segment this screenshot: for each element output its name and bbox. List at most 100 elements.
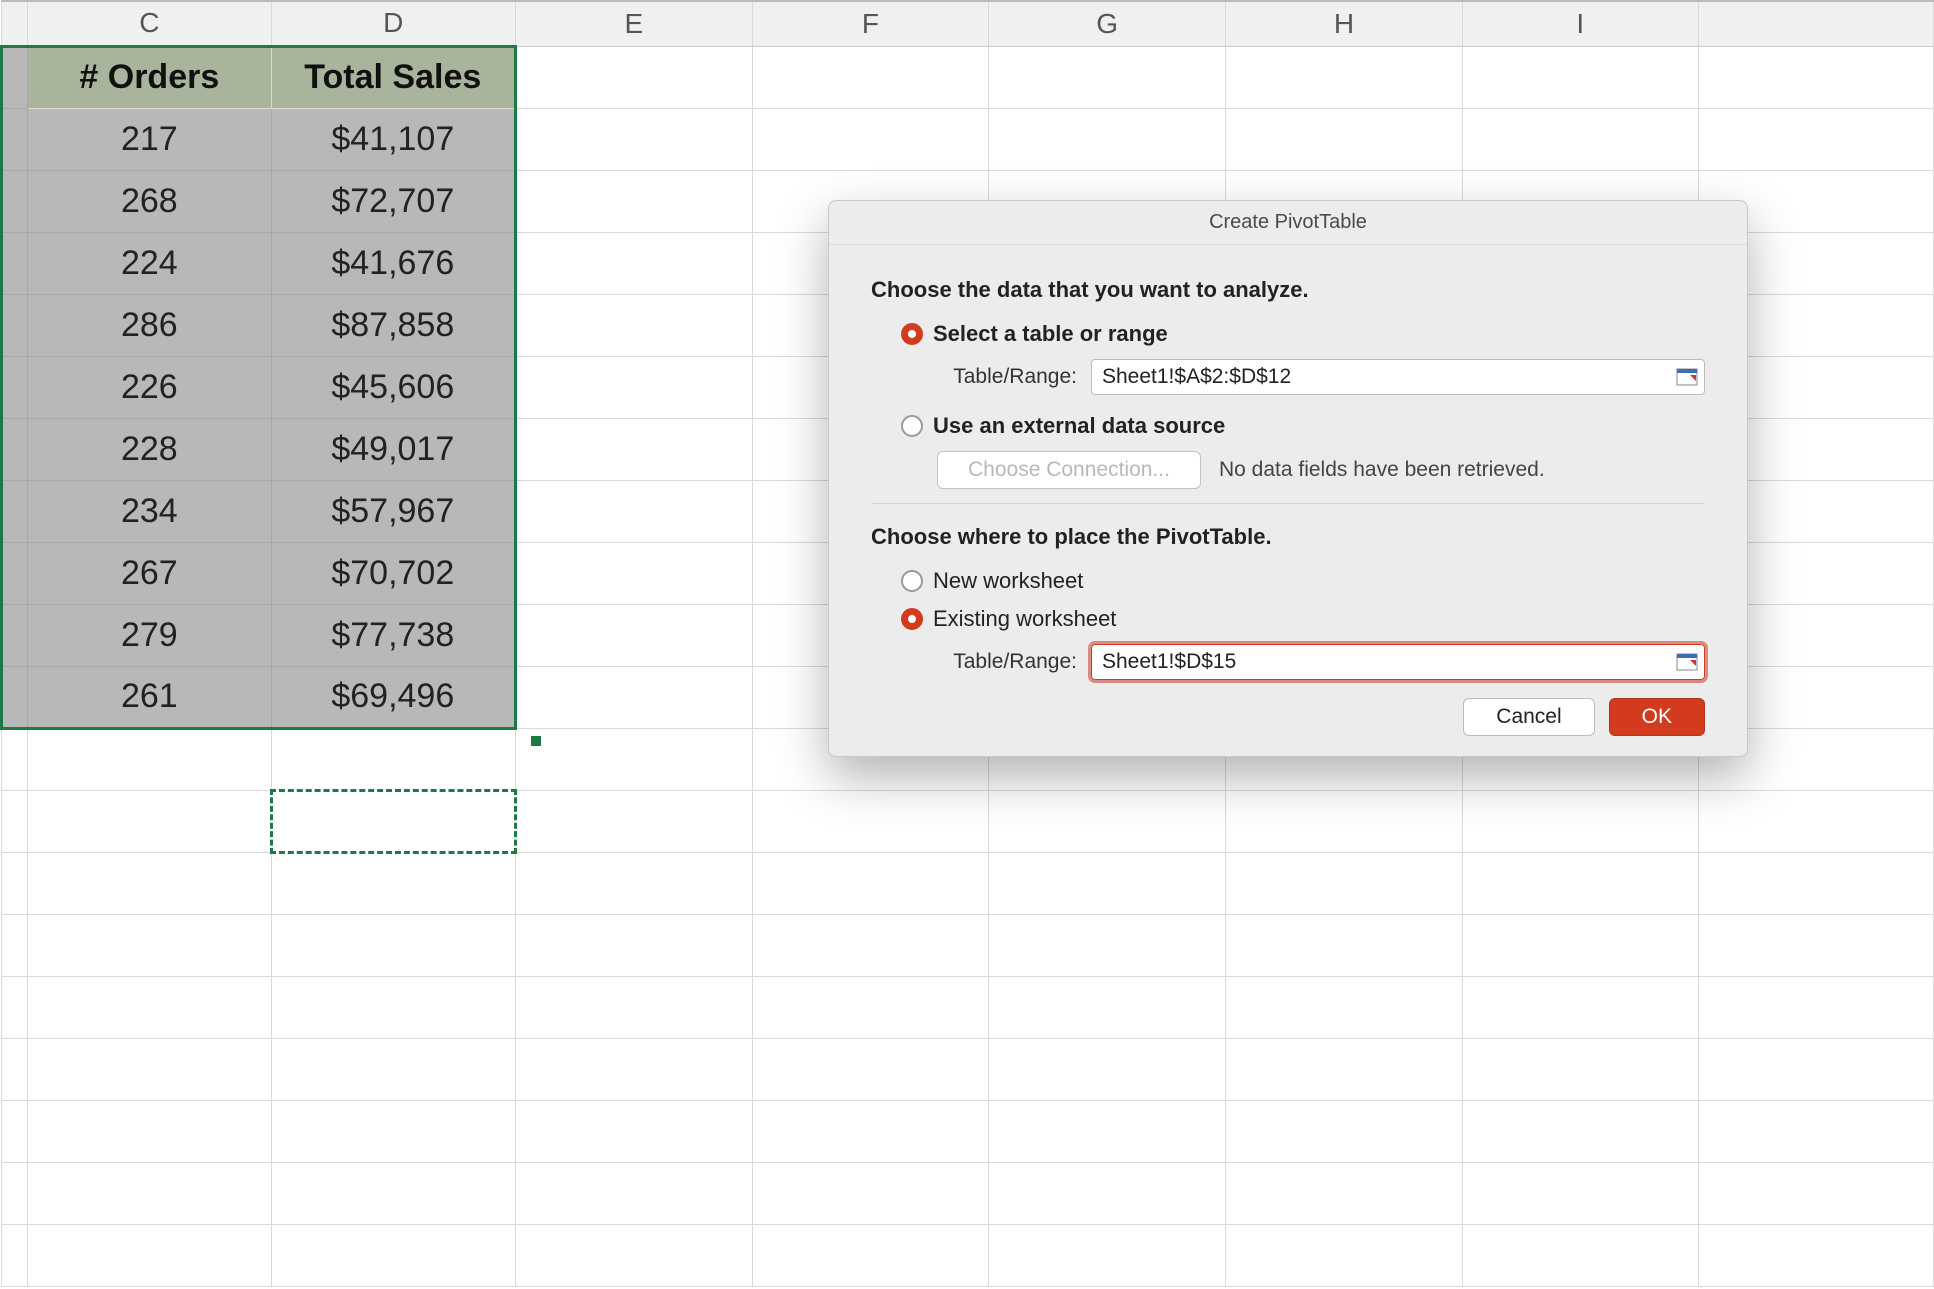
cell[interactable] — [1226, 1224, 1463, 1286]
cell[interactable] — [1462, 852, 1698, 914]
cell[interactable] — [1226, 976, 1463, 1038]
cell-header-sales[interactable]: Total Sales — [271, 46, 515, 108]
cell[interactable] — [752, 914, 989, 976]
cell[interactable] — [1698, 1224, 1933, 1286]
cell[interactable]: $41,107 — [271, 108, 515, 170]
cell[interactable] — [516, 728, 753, 790]
cell[interactable] — [989, 852, 1226, 914]
cell[interactable] — [989, 914, 1226, 976]
cell[interactable] — [989, 1038, 1226, 1100]
cell[interactable]: 234 — [28, 480, 272, 542]
cell[interactable]: 224 — [28, 232, 272, 294]
cell[interactable] — [1698, 46, 1933, 108]
cell[interactable] — [271, 1162, 515, 1224]
cell[interactable] — [2, 294, 28, 356]
radio-external-source-icon[interactable] — [901, 415, 923, 437]
cell[interactable] — [1226, 790, 1463, 852]
cell[interactable] — [516, 170, 753, 232]
cell[interactable] — [516, 604, 753, 666]
cell[interactable]: $45,606 — [271, 356, 515, 418]
cell[interactable]: 279 — [28, 604, 272, 666]
cell[interactable] — [516, 1038, 753, 1100]
cell[interactable] — [2, 790, 28, 852]
cell[interactable] — [2, 1224, 28, 1286]
cell[interactable] — [516, 1224, 753, 1286]
cell[interactable] — [2, 1100, 28, 1162]
cell[interactable] — [271, 1224, 515, 1286]
destination-range-input[interactable]: Sheet1!$D$15 — [1091, 644, 1705, 680]
cell[interactable] — [2, 666, 28, 728]
cell[interactable] — [1698, 976, 1933, 1038]
cell[interactable]: 261 — [28, 666, 272, 728]
cell[interactable] — [1698, 914, 1933, 976]
cell[interactable] — [2, 232, 28, 294]
cell[interactable] — [1462, 1038, 1698, 1100]
radio-existing-worksheet-icon[interactable] — [901, 608, 923, 630]
ok-button[interactable]: OK — [1609, 698, 1705, 736]
cell[interactable]: $70,702 — [271, 542, 515, 604]
cancel-button[interactable]: Cancel — [1463, 698, 1594, 736]
option-external-source[interactable]: Use an external data source — [901, 413, 1705, 439]
cell[interactable] — [2, 108, 28, 170]
cell[interactable] — [752, 1162, 989, 1224]
cell[interactable] — [1698, 1038, 1933, 1100]
cell[interactable] — [752, 1224, 989, 1286]
cell[interactable] — [989, 976, 1226, 1038]
cell[interactable] — [1226, 1162, 1463, 1224]
cell[interactable] — [1698, 1100, 1933, 1162]
cell[interactable] — [28, 1038, 272, 1100]
cell[interactable] — [989, 1162, 1226, 1224]
choose-connection-button[interactable]: Choose Connection... — [937, 451, 1201, 489]
cell[interactable] — [1462, 108, 1698, 170]
cell[interactable] — [28, 1224, 272, 1286]
cell[interactable] — [516, 232, 753, 294]
radio-new-worksheet-icon[interactable] — [901, 570, 923, 592]
cell[interactable]: $87,858 — [271, 294, 515, 356]
cell[interactable] — [516, 914, 753, 976]
cell[interactable] — [516, 666, 753, 728]
cell[interactable] — [1226, 46, 1463, 108]
cell[interactable]: $57,967 — [271, 480, 515, 542]
cell[interactable] — [2, 1038, 28, 1100]
cell[interactable] — [271, 914, 515, 976]
cell[interactable] — [2, 976, 28, 1038]
cell[interactable] — [752, 852, 989, 914]
cell[interactable] — [28, 852, 272, 914]
cell[interactable] — [989, 1100, 1226, 1162]
cell[interactable] — [271, 1100, 515, 1162]
cell[interactable] — [2, 914, 28, 976]
col-header-e[interactable]: E — [516, 1, 753, 46]
cell[interactable] — [1462, 790, 1698, 852]
cell[interactable] — [516, 1100, 753, 1162]
cell[interactable]: 226 — [28, 356, 272, 418]
cell[interactable] — [516, 480, 753, 542]
col-header-blank2[interactable] — [1698, 1, 1933, 46]
cell[interactable] — [2, 542, 28, 604]
cell[interactable] — [1698, 108, 1933, 170]
cell[interactable] — [28, 976, 272, 1038]
cell[interactable] — [2, 418, 28, 480]
cell[interactable] — [752, 976, 989, 1038]
cell[interactable] — [28, 1100, 272, 1162]
cell[interactable] — [752, 1038, 989, 1100]
cell[interactable] — [1698, 1162, 1933, 1224]
cell[interactable] — [2, 480, 28, 542]
fill-handle[interactable] — [531, 736, 541, 746]
cell[interactable] — [1698, 852, 1933, 914]
col-header-i[interactable]: I — [1462, 1, 1698, 46]
cell-header-orders[interactable]: # Orders — [28, 46, 272, 108]
radio-select-range-icon[interactable] — [901, 323, 923, 345]
marching-ants-cell[interactable] — [271, 790, 515, 852]
cell[interactable] — [516, 108, 753, 170]
col-header-blank[interactable] — [2, 1, 28, 46]
cell[interactable] — [989, 46, 1226, 108]
cell[interactable] — [28, 1162, 272, 1224]
cell[interactable] — [516, 852, 753, 914]
cell[interactable] — [1226, 108, 1463, 170]
cell[interactable] — [271, 852, 515, 914]
cell[interactable] — [989, 108, 1226, 170]
cell[interactable] — [989, 790, 1226, 852]
cell[interactable] — [271, 1038, 515, 1100]
cell[interactable] — [989, 1224, 1226, 1286]
cell[interactable] — [752, 46, 989, 108]
